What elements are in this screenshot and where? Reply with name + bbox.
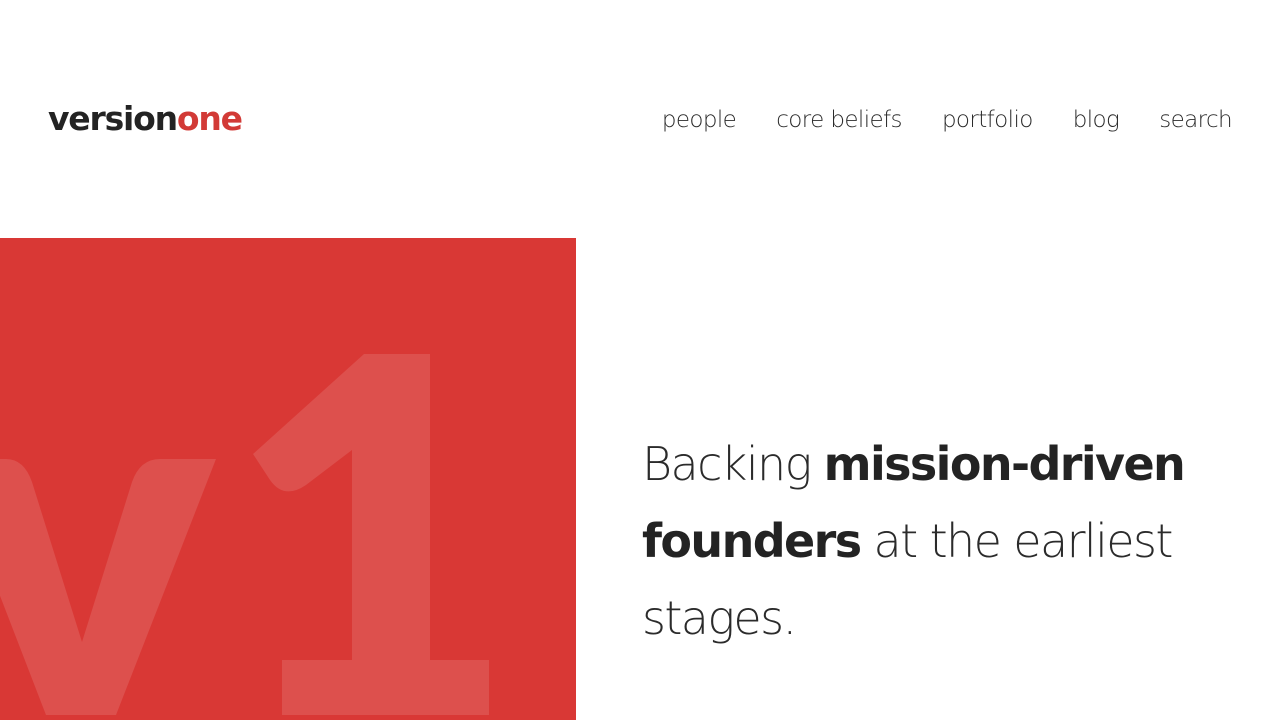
hero-graphic-block <box>0 238 576 720</box>
brand-logo-link[interactable]: versionone <box>48 96 243 142</box>
nav-item-search[interactable]: search <box>1159 100 1232 140</box>
v1-graphic <box>0 354 489 715</box>
tagline-part-1: Backing <box>642 437 824 491</box>
page: versionone people core beliefs portfolio… <box>0 0 1280 720</box>
main-nav: people core beliefs portfolio blog searc… <box>662 100 1233 140</box>
site-header: versionone people core beliefs portfolio… <box>0 0 1280 238</box>
v1-graphic-digit-one <box>253 354 489 715</box>
nav-item-portfolio[interactable]: portfolio <box>942 100 1033 140</box>
nav-item-people[interactable]: people <box>662 100 737 140</box>
brand-name-accent: one <box>176 99 243 138</box>
nav-item-blog[interactable]: blog <box>1073 100 1120 140</box>
hero-tagline: Backing mission-driven founders at the e… <box>642 426 1242 657</box>
nav-item-core-beliefs[interactable]: core beliefs <box>776 100 902 140</box>
v1-graphic-letter-v <box>0 459 216 715</box>
brand-name-dark: version <box>48 99 178 138</box>
